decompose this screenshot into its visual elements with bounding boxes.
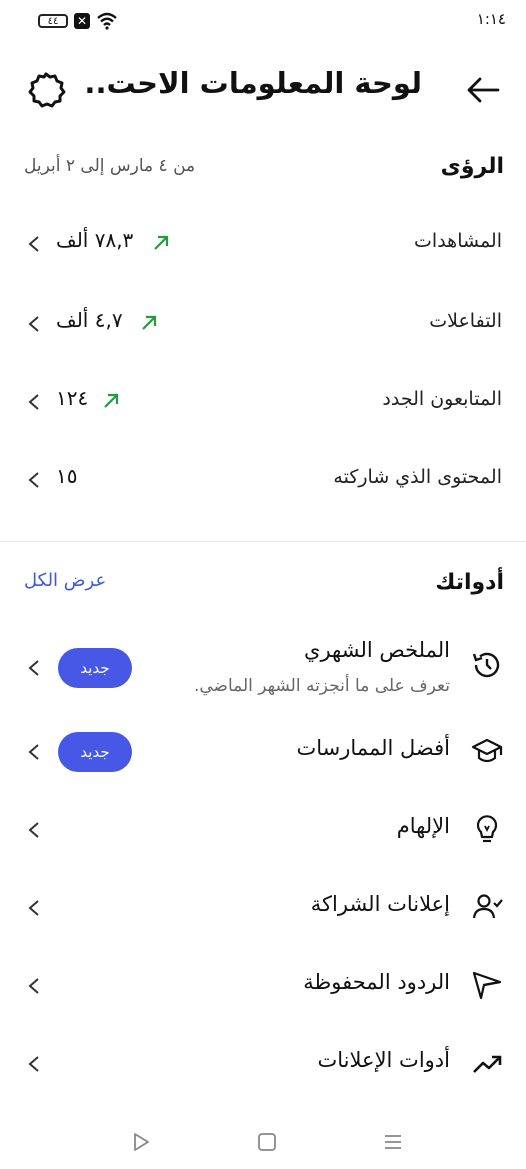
metric-row-new-followers[interactable]: المتابعون الجدد ١٢٤ <box>0 372 526 432</box>
chevron-left-icon <box>28 316 39 332</box>
metric-value: ١٢٤ <box>56 386 89 410</box>
date-range[interactable]: من ٤ مارس إلى ٢ أبريل <box>24 156 195 176</box>
tool-item-partnership-ads[interactable]: إعلانات الشراكة <box>0 878 526 938</box>
menu-lines-icon[interactable] <box>382 1131 404 1153</box>
back-triangle-icon[interactable] <box>130 1131 152 1153</box>
metric-label: المشاهدات <box>414 230 502 252</box>
back-arrow-icon[interactable] <box>464 70 504 110</box>
metric-value: ٧٨,٣ ألف <box>56 228 134 252</box>
metric-row-interactions[interactable]: التفاعلات ٤,٧ ألف <box>0 294 526 354</box>
metric-row-views[interactable]: المشاهدات ٧٨,٣ ألف <box>0 214 526 274</box>
chevron-left-icon <box>28 978 39 994</box>
tool-item-saved-replies[interactable]: الردود المحفوظة <box>0 956 526 1016</box>
home-square-icon[interactable] <box>256 1131 278 1153</box>
status-bar: ٤٤ ✕ ١:١٤ <box>0 0 526 44</box>
metric-label: التفاعلات <box>429 310 502 332</box>
status-icons: ٤٤ ✕ <box>38 12 118 30</box>
metric-label: المتابعون الجدد <box>382 388 502 410</box>
page-title: لوحة المعلومات الاحت.. <box>84 66 422 100</box>
view-all-link[interactable]: عرض الكل <box>24 570 106 591</box>
chevron-left-icon <box>28 1056 39 1072</box>
trend-up-arrow-icon <box>154 235 169 250</box>
person-check-icon <box>472 894 503 919</box>
lightbulb-icon <box>476 815 498 843</box>
tool-subtitle: تعرف على ما أنجزته الشهر الماضي. <box>193 676 450 696</box>
tool-label: إعلانات الشراكة <box>310 892 450 916</box>
trending-up-icon <box>473 1055 502 1073</box>
chevron-left-icon <box>28 236 39 252</box>
tool-label: الملخص الشهري <box>304 638 450 662</box>
battery-level: ٤٤ <box>47 15 59 27</box>
chevron-left-icon <box>28 822 39 838</box>
status-time: ١:١٤ <box>476 10 506 28</box>
insights-title: الرؤى <box>440 154 504 179</box>
wifi-icon <box>97 12 117 30</box>
chevron-left-icon <box>28 394 39 410</box>
section-divider <box>0 541 526 542</box>
history-icon <box>472 652 500 678</box>
tool-label: أفضل الممارسات <box>296 736 450 760</box>
gear-icon[interactable] <box>26 70 66 110</box>
tool-label: الردود المحفوظة <box>303 970 450 994</box>
trend-up-arrow-icon <box>104 393 119 408</box>
metric-value: ١٥ <box>56 464 78 488</box>
tool-item-best-practices[interactable]: أفضل الممارسات جديد <box>0 722 526 782</box>
tool-label: أدوات الإعلانات <box>317 1048 451 1072</box>
metric-label: المحتوى الذي شاركته <box>333 466 502 488</box>
tool-item-ad-tools[interactable]: أدوات الإعلانات <box>0 1034 526 1094</box>
trend-up-arrow-icon <box>142 315 157 330</box>
tool-item-monthly-summary[interactable]: الملخص الشهري تعرف على ما أنجزته الشهر ا… <box>0 636 526 706</box>
header: لوحة المعلومات الاحت.. <box>0 60 526 120</box>
notification-x-icon: ✕ <box>74 13 90 29</box>
tool-item-inspiration[interactable]: الإلهام <box>0 800 526 860</box>
chevron-left-icon <box>28 660 39 676</box>
send-icon <box>472 971 502 1000</box>
tools-header: أدواتك عرض الكل <box>0 568 526 608</box>
tools-title: أدواتك <box>435 570 504 595</box>
system-nav-bar <box>0 1119 526 1169</box>
new-badge: جديد <box>58 732 132 772</box>
battery-icon: ٤٤ <box>38 14 68 28</box>
tool-label: الإلهام <box>396 814 450 838</box>
chevron-left-icon <box>28 900 39 916</box>
chevron-left-icon <box>28 472 39 488</box>
chevron-left-icon <box>28 744 39 760</box>
new-badge: جديد <box>58 648 132 688</box>
insights-header: الرؤى من ٤ مارس إلى ٢ أبريل <box>0 150 526 190</box>
graduation-cap-icon <box>471 738 503 763</box>
metric-row-shared-content[interactable]: المحتوى الذي شاركته ١٥ <box>0 450 526 510</box>
metric-value: ٤,٧ ألف <box>56 308 123 332</box>
